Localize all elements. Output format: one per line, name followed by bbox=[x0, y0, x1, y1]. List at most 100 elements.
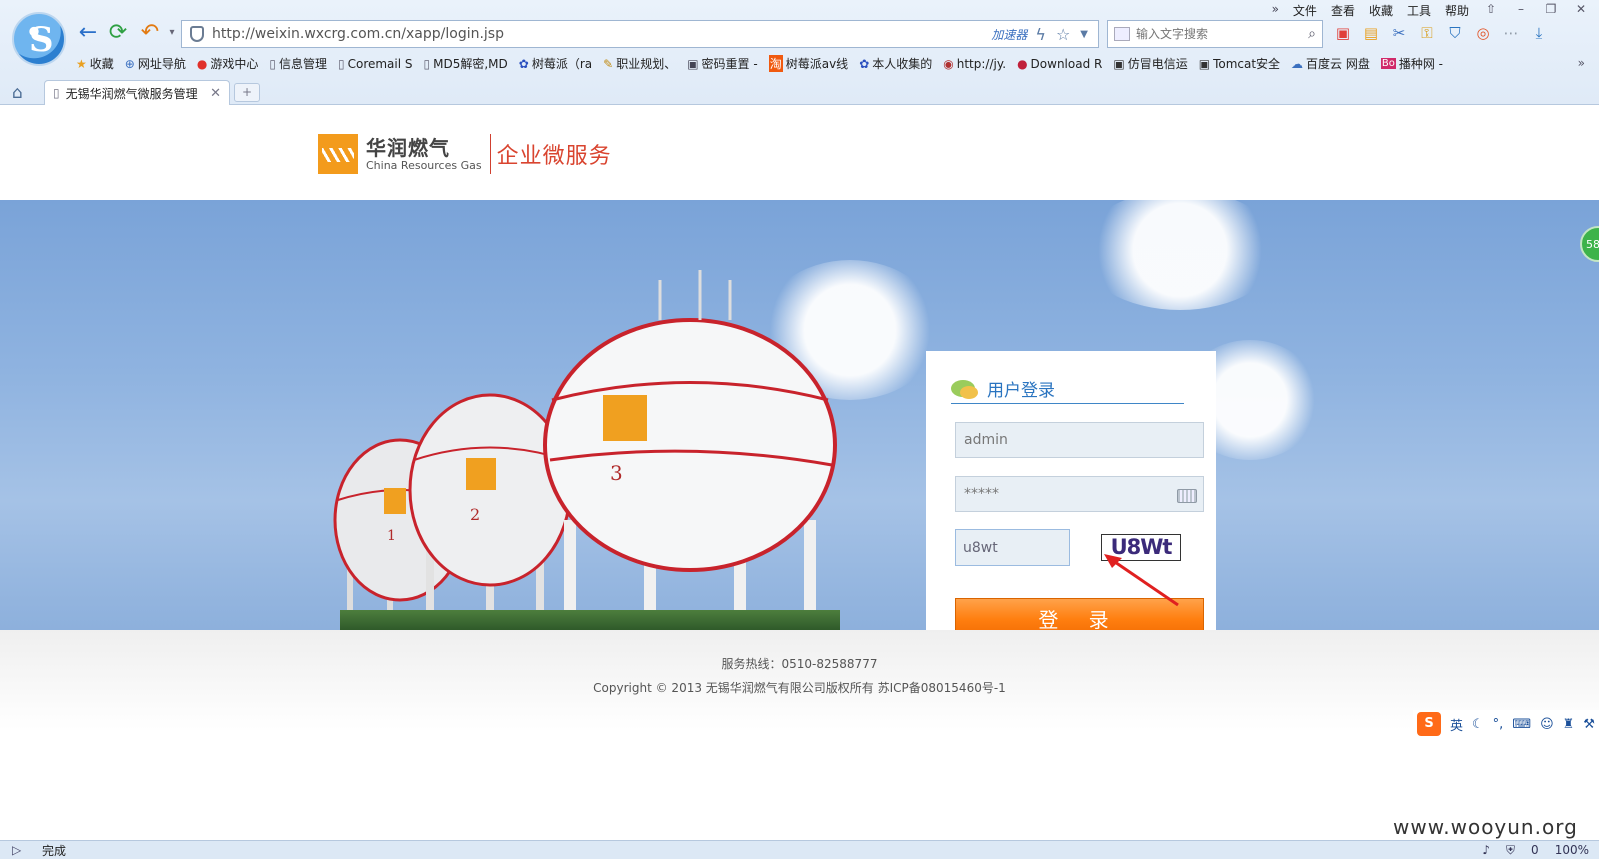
red-annotation-arrow-icon bbox=[1104, 554, 1179, 607]
bookmark-item[interactable]: ▣ 仿冒电信运 bbox=[1113, 55, 1187, 72]
keyboard-icon[interactable]: ⌨ bbox=[1512, 717, 1531, 732]
accelerator-label[interactable]: 加速器 bbox=[991, 26, 1027, 43]
browser-chrome: » 文件 查看 收藏 工具 帮助 ⇧ – ❐ ✕ ← ⟳ ↶ ▾ http://… bbox=[0, 0, 1599, 105]
toolbar-icons: ▣ ▤ ✂ ⚿ ⛉ ◎ ⋯ ⤓ bbox=[1334, 24, 1548, 42]
punctuation-icon[interactable]: °, bbox=[1493, 717, 1504, 732]
address-bar[interactable]: http://weixin.wxcrg.com.cn/xapp/login.js… bbox=[181, 20, 1099, 48]
bookmark-item[interactable]: ☁ 百度云 网盘 bbox=[1291, 55, 1370, 72]
bookmark-item[interactable]: ● Download R bbox=[1017, 55, 1102, 72]
game-icon: ● bbox=[196, 56, 208, 71]
bookmark-label: 网址导航 bbox=[137, 57, 186, 71]
search-engine-icon[interactable] bbox=[1114, 27, 1130, 41]
home-icon[interactable]: ⌂ bbox=[12, 83, 23, 103]
bookmark-item[interactable]: ▣ Tomcat安全 bbox=[1199, 55, 1280, 72]
close-tab-icon[interactable]: ✕ bbox=[210, 86, 221, 101]
lightning-icon[interactable]: ϟ bbox=[1035, 25, 1046, 44]
bookmark-label: http://jy. bbox=[956, 56, 1007, 71]
menu-overflow[interactable]: » bbox=[1272, 2, 1279, 19]
adblock-count[interactable]: 0 bbox=[1531, 843, 1539, 858]
bookmark-label: Tomcat安全 bbox=[1213, 57, 1281, 71]
svg-text:2: 2 bbox=[470, 505, 480, 524]
bookmark-item[interactable]: ★ 收藏 bbox=[76, 55, 114, 72]
refresh-icon[interactable]: ⟳ bbox=[106, 22, 130, 46]
skin-icon[interactable]: ⇧ bbox=[1483, 2, 1499, 19]
bookmark-item[interactable]: ✿ 树莓派（ra bbox=[519, 55, 592, 72]
svg-text:1: 1 bbox=[387, 528, 396, 544]
security-shield-icon[interactable]: ⛉ bbox=[1446, 24, 1464, 42]
bookmark-item[interactable]: ◉ http://jy. bbox=[943, 55, 1006, 72]
bookmark-label: 播种网 - bbox=[1398, 57, 1444, 71]
ime-mode[interactable]: 英 bbox=[1450, 715, 1463, 734]
ime-toolbar: S 英 ☾ °, ⌨ ☺ ♜ ⚒ bbox=[1413, 710, 1599, 738]
menu-help[interactable]: 帮助 bbox=[1445, 2, 1469, 19]
bookmark-item[interactable]: ▯ MD5解密,MD bbox=[424, 55, 508, 72]
bookmarks-more-button[interactable]: » bbox=[1578, 56, 1585, 70]
login-header: 用户登录 bbox=[951, 373, 1184, 404]
bookmark-label: 树莓派av线 bbox=[785, 57, 849, 71]
bookmark-item[interactable]: Bo 播种网 - bbox=[1380, 55, 1444, 72]
web-page: 华润燃气 China Resources Gas 企业微服务 1 2 3 用户登… bbox=[0, 105, 1599, 823]
bookmark-item[interactable]: ⊕ 网址导航 bbox=[125, 55, 186, 72]
undo-icon[interactable]: ↶ bbox=[138, 22, 162, 46]
minimize-button[interactable]: – bbox=[1513, 2, 1529, 19]
bookmark-item[interactable]: 淘树莓派av线 bbox=[768, 55, 849, 72]
username-input[interactable] bbox=[955, 422, 1204, 458]
bookmark-label: 仿冒电信运 bbox=[1127, 57, 1188, 71]
bookmarks-bar: ★ 收藏 ⊕ 网址导航 ● 游戏中心 ▯ 信息管理 ▯ Coremail S ▯ MD5解密… bbox=[76, 55, 1443, 72]
new-tab-button[interactable]: + bbox=[234, 83, 260, 102]
close-window-button[interactable]: ✕ bbox=[1573, 2, 1589, 19]
search-box[interactable]: ⌕ bbox=[1107, 20, 1323, 48]
volume-icon[interactable]: ♪ bbox=[1482, 843, 1490, 858]
site-icon: ▣ bbox=[1198, 56, 1211, 71]
back-arrow-icon[interactable]: ← bbox=[76, 22, 100, 46]
bookmark-item[interactable]: ● 游戏中心 bbox=[197, 55, 259, 72]
download-icon[interactable]: ⤓ bbox=[1530, 24, 1548, 42]
screenshot-icon[interactable]: ▣ bbox=[1334, 24, 1352, 42]
bookmark-item[interactable]: ▯ Coremail S bbox=[338, 55, 413, 72]
pencil-icon: ✎ bbox=[603, 56, 614, 71]
bookmark-item[interactable]: ▯ 信息管理 bbox=[269, 55, 327, 72]
menu-favorites[interactable]: 收藏 bbox=[1369, 2, 1393, 19]
bookmark-label: 百度云 网盘 bbox=[1306, 57, 1370, 71]
tab-title: 无锡华润燃气微服务管理 bbox=[65, 86, 198, 101]
key-icon[interactable]: ⚿ bbox=[1418, 24, 1436, 42]
search-input[interactable] bbox=[1136, 27, 1303, 41]
password-input[interactable] bbox=[955, 476, 1204, 512]
menu-bar: » 文件 查看 收藏 工具 帮助 ⇧ – ❐ ✕ bbox=[1272, 2, 1589, 19]
clipboard-icon[interactable]: ▤ bbox=[1362, 24, 1380, 42]
bookmark-label: 密码重置 - bbox=[701, 57, 758, 71]
zoom-level[interactable]: 100% bbox=[1555, 843, 1589, 858]
menu-tools[interactable]: 工具 bbox=[1407, 2, 1431, 19]
bookmark-item[interactable]: ✿ 本人收集的 bbox=[859, 55, 932, 72]
scissors-icon[interactable]: ✂ bbox=[1390, 24, 1408, 42]
more-tools-icon[interactable]: ⋯ bbox=[1502, 24, 1520, 42]
favorites-star-icon: ★ bbox=[76, 56, 87, 71]
moon-icon[interactable]: ☾ bbox=[1472, 717, 1484, 732]
security-icon[interactable]: ⛨ bbox=[1506, 843, 1515, 858]
user-icon[interactable]: ☺ bbox=[1540, 717, 1554, 732]
copyright-text: Copyright © 2013 无锡华润燃气有限公司版权所有 苏ICP备080… bbox=[593, 681, 1006, 695]
sogou-ime-logo-icon[interactable]: S bbox=[1417, 712, 1441, 736]
menu-file[interactable]: 文件 bbox=[1293, 2, 1317, 19]
weibo-icon[interactable]: ◎ bbox=[1474, 24, 1492, 42]
page-footer: 服务热线：0510-82588777 Copyright © 2013 无锡华润… bbox=[0, 630, 1599, 730]
menu-view[interactable]: 查看 bbox=[1331, 2, 1355, 19]
bookmark-label: 职业规划、 bbox=[616, 57, 677, 71]
china-resources-gas-logo-icon bbox=[318, 134, 358, 174]
banner-image: 1 2 3 用户登录 admin ***** u8wt U8Wt 登 录 bbox=[0, 190, 1599, 681]
shirt-icon[interactable]: ♜ bbox=[1563, 717, 1575, 732]
captcha-input[interactable] bbox=[955, 529, 1070, 566]
address-url[interactable]: http://weixin.wxcrg.com.cn/xapp/login.js… bbox=[212, 26, 991, 42]
wrench-icon[interactable]: ⚒ bbox=[1583, 717, 1595, 732]
address-dropdown-icon[interactable]: ▼ bbox=[1080, 29, 1088, 40]
bookmark-label: MD5解密,MD bbox=[433, 57, 508, 71]
tab-active[interactable]: ▯ 无锡华润燃气微服务管理 ✕ bbox=[44, 80, 230, 105]
sogou-browser-logo-icon[interactable] bbox=[12, 12, 66, 66]
keyboard-icon[interactable] bbox=[1177, 489, 1197, 503]
restore-button[interactable]: ❐ bbox=[1543, 2, 1559, 19]
bookmark-item[interactable]: ▣ 密码重置 - bbox=[687, 55, 758, 72]
sidebar-toggle-icon[interactable]: ▷ bbox=[12, 843, 30, 857]
search-icon[interactable]: ⌕ bbox=[1308, 26, 1316, 42]
star-icon[interactable]: ☆ bbox=[1056, 25, 1070, 44]
bookmark-item[interactable]: ✎ 职业规划、 bbox=[603, 55, 676, 72]
